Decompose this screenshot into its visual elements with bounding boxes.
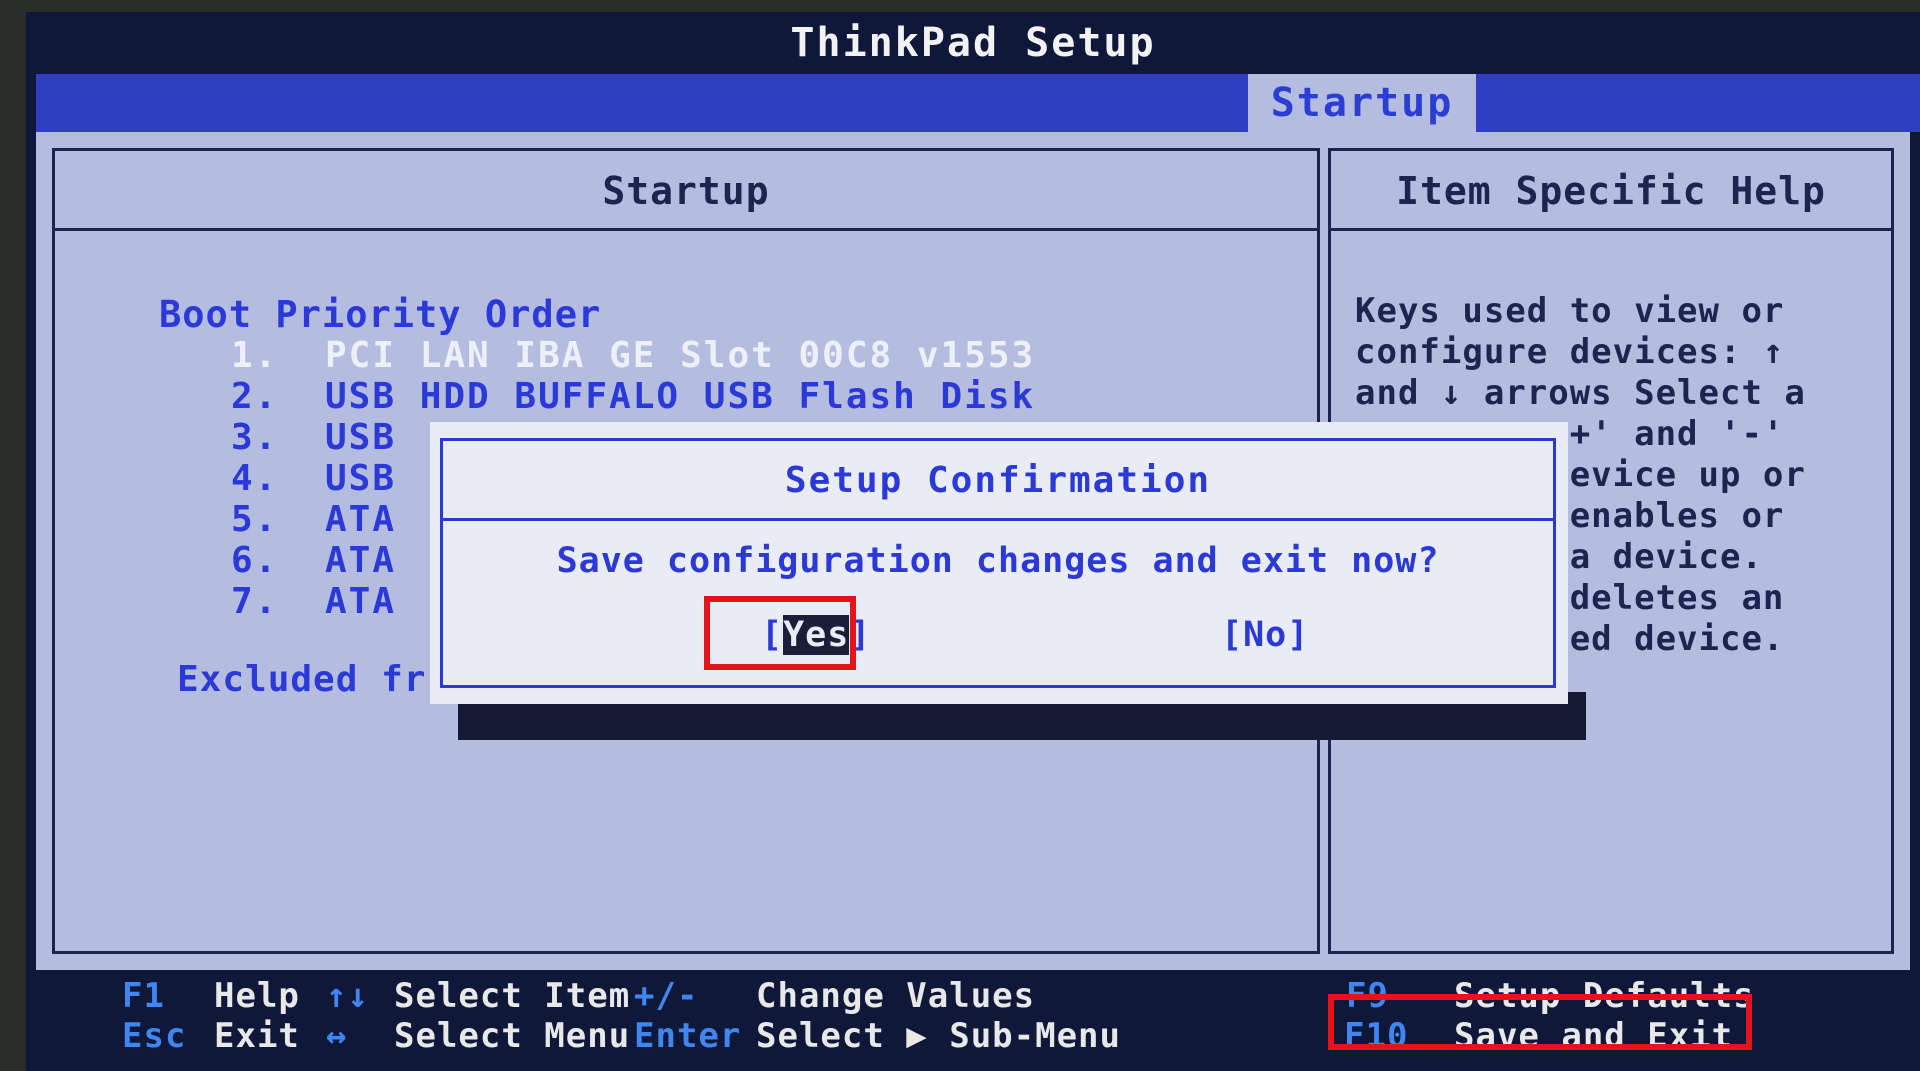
key-up-down-arrows: ↑↓ [326,976,369,1016]
boot-priority-title: Boot Priority Order [159,293,602,336]
bios-screen: ThinkPad Setup Startup Startup Boot Prio… [26,12,1920,1071]
excluded-list-title: Excluded fr [177,659,427,700]
key-left-right-arrows: ↔ [326,1016,348,1056]
setup-confirmation-dialog: Setup Confirmation Save configuration ch… [430,422,1568,704]
boot-item-label: ATA [325,581,397,622]
key-desc: Change Values [756,976,1036,1016]
key-legend-row: Esc Exit ↔ Select Menu Enter Select ▶ Su… [26,1016,1920,1056]
boot-item-label: USB HDD BUFFALO USB Flash Disk [325,376,1036,417]
help-line: Keys used to view or [1355,291,1785,331]
startup-panel-heading: Startup [55,151,1317,231]
key-desc: Help [214,976,300,1016]
boot-item-number: 5. [231,499,279,540]
help-line: and ↓ arrows Select a [1355,373,1806,413]
key-f9: F9 [1346,976,1389,1016]
boot-item[interactable]: 1. PCI LAN IBA GE Slot 00C8 v1553 [231,335,1035,376]
boot-item-label: USB [325,458,397,499]
boot-item-number: 7. [231,581,279,622]
help-line: configure devices: ↑ [1355,332,1785,372]
yes-button[interactable]: [Yes] [761,615,871,655]
boot-item-label: USB [325,417,397,458]
boot-item-label: PCI LAN IBA GE Slot 00C8 v1553 [325,335,1036,376]
key-desc: Select Item [394,976,631,1016]
boot-item-number: 2. [231,376,279,417]
tab-bar: Startup [36,74,1920,132]
help-panel-heading: Item Specific Help [1331,151,1891,231]
no-button[interactable]: [No] [1221,615,1309,655]
key-desc: Exit [214,1016,300,1056]
boot-item-number: 1. [231,335,279,376]
key-enter: Enter [634,1016,742,1056]
key-desc: Setup Defaults [1454,976,1755,1016]
key-f1: F1 [122,976,165,1016]
boot-item-number: 6. [231,540,279,581]
key-desc: Save and Exit [1454,1016,1734,1056]
key-desc: Select ▶ Sub-Menu [756,1016,1121,1056]
page-title: ThinkPad Setup [26,12,1920,74]
key-esc: Esc [122,1016,187,1056]
boot-item[interactable]: 2. USB HDD BUFFALO USB Flash Disk [231,376,1035,417]
dialog-frame: Setup Confirmation Save configuration ch… [440,438,1556,688]
dialog-question: Save configuration changes and exit now? [556,541,1440,581]
key-plus-minus: +/- [634,976,699,1016]
yes-bracket-open: [ [761,615,784,655]
yes-button-label: Yes [783,615,850,655]
boot-item-label: ATA [325,540,397,581]
boot-item-number: 3. [231,417,279,458]
key-desc: Select Menu [394,1016,631,1056]
tab-startup[interactable]: Startup [1248,74,1476,132]
key-legend: F1 Help ↑↓ Select Item +/- Change Values… [26,970,1920,1066]
dialog-title: Setup Confirmation [443,441,1553,521]
key-f10: F10 [1344,1016,1409,1056]
yes-bracket-close: ] [849,615,872,655]
boot-item-number: 4. [231,458,279,499]
boot-item-label: ATA [325,499,397,540]
key-legend-row: F1 Help ↑↓ Select Item +/- Change Values… [26,976,1920,1016]
